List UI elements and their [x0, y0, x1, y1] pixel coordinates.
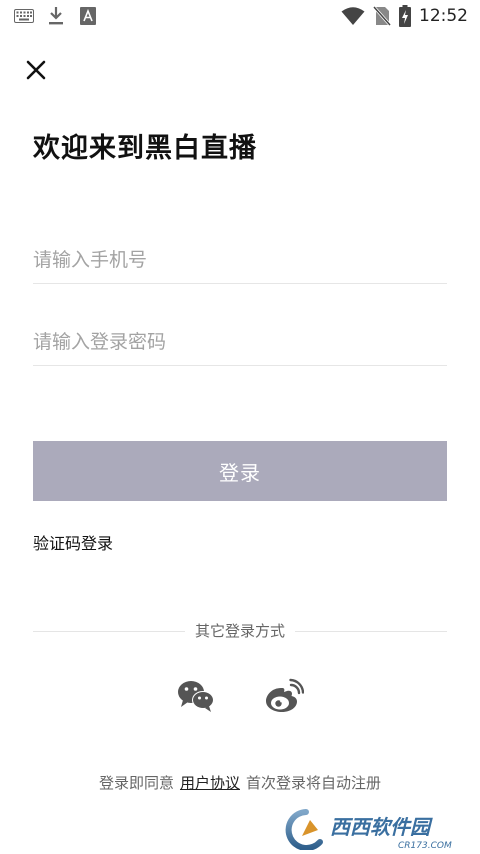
watermark-graphic: 西西软件园 CR173.COM — [284, 807, 464, 853]
watermark-logo: 西西软件园 CR173.COM — [280, 806, 466, 853]
close-button[interactable] — [22, 56, 50, 84]
sms-login-link[interactable]: 验证码登录 — [33, 530, 113, 554]
other-login-divider: 其它登录方式 — [33, 620, 447, 642]
wechat-login-button[interactable] — [176, 678, 216, 714]
no-sim-icon — [373, 6, 391, 26]
text-a-icon — [80, 7, 96, 25]
weibo-icon — [266, 678, 305, 712]
password-field[interactable] — [33, 319, 447, 366]
weibo-login-button[interactable] — [264, 678, 305, 714]
agreement-suffix: 首次登录将自动注册 — [246, 774, 382, 792]
password-input[interactable] — [33, 319, 447, 365]
status-bar-right: 12:52 — [341, 4, 468, 28]
user-agreement-link[interactable]: 用户协议 — [180, 774, 240, 792]
download-icon — [49, 7, 63, 25]
wechat-icon — [178, 681, 214, 712]
watermark-url: CR173.COM — [398, 841, 452, 850]
battery-charging-icon — [399, 5, 411, 27]
status-time: 12:52 — [419, 6, 468, 26]
other-login-label-wrap: 其它登录方式 — [33, 620, 447, 641]
status-bar: 12:52 — [0, 0, 480, 32]
login-screen: 12:52 欢迎来到黑白直播 登录 验证码登录 其它登录方式 — [0, 0, 480, 854]
phone-input[interactable] — [33, 237, 447, 283]
agreement-prefix: 登录即同意 — [98, 774, 174, 792]
close-icon — [26, 60, 46, 80]
agreement-text: 登录即同意 用户协议 首次登录将自动注册 — [0, 772, 480, 793]
other-login-label: 其它登录方式 — [184, 622, 295, 640]
keyboard-icon — [14, 9, 34, 23]
wifi-icon — [341, 7, 365, 25]
phone-field[interactable] — [33, 237, 447, 284]
login-button[interactable]: 登录 — [33, 441, 447, 501]
watermark-logo-text: 西西软件园 — [330, 815, 433, 839]
page-title: 欢迎来到黑白直播 — [33, 133, 257, 164]
